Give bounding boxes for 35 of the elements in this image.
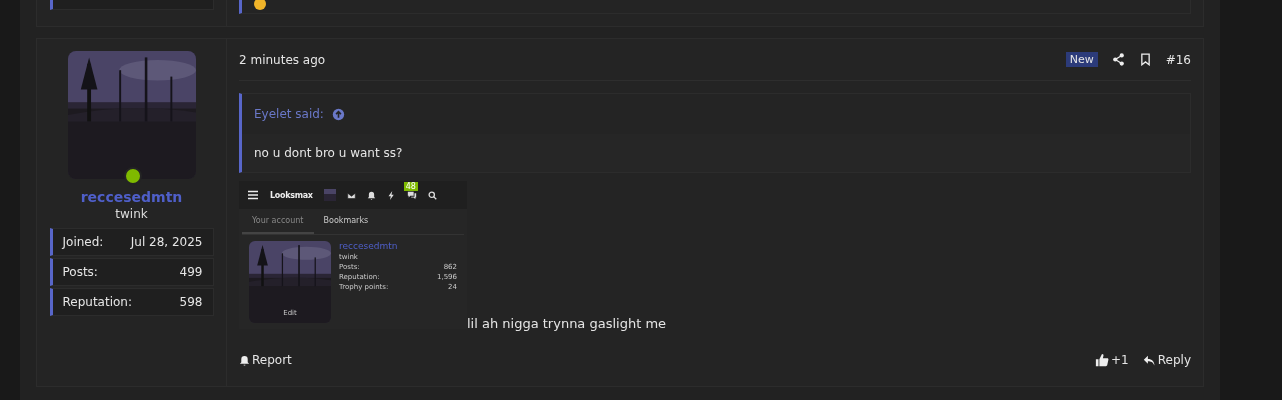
share-icon[interactable] xyxy=(1111,53,1125,66)
like-button[interactable]: +1 xyxy=(1095,353,1129,367)
thumbs-up-icon xyxy=(1095,353,1110,367)
emoji-icon xyxy=(254,0,266,10)
stat-value: Jul 28, 2025 xyxy=(130,235,203,249)
post-number-link[interactable]: #16 xyxy=(1165,52,1191,67)
stat-value: 598 xyxy=(179,295,203,309)
post-time[interactable]: 2 minutes ago xyxy=(239,52,1052,67)
report-link[interactable]: Report xyxy=(239,353,292,367)
chat-icon xyxy=(406,190,417,200)
bell-icon xyxy=(239,354,250,366)
bell-icon xyxy=(366,190,376,200)
quote-text: no u dont bro u want ss? xyxy=(254,146,403,160)
username-text: reccesedmtn xyxy=(339,241,399,251)
quote-author-link[interactable]: Eyelet said: xyxy=(254,107,324,121)
reply-icon xyxy=(1142,353,1156,367)
reply-link[interactable]: Reply xyxy=(1142,353,1191,367)
count-badge: 48 xyxy=(403,182,418,191)
arrow-up-circle-icon[interactable] xyxy=(331,107,345,121)
menu-icon xyxy=(247,189,259,201)
lightning-icon xyxy=(386,190,396,200)
stat-label: Joined: xyxy=(62,235,104,249)
envelope-icon xyxy=(346,190,356,200)
user-title: twink xyxy=(115,207,148,221)
new-badge: New xyxy=(1065,52,1098,67)
stat-label: Posts: xyxy=(62,265,98,279)
tab-label: Your account xyxy=(242,209,314,234)
tab-label: Bookmarks xyxy=(322,215,370,227)
bookmark-icon[interactable] xyxy=(1138,53,1152,66)
site-logo: Looksmax xyxy=(270,190,313,200)
stat-label: Reputation: xyxy=(62,295,132,309)
avatar-thumbnail-icon xyxy=(323,189,336,201)
message-text: lil ah nigga trynna gaslight me xyxy=(467,316,667,331)
search-icon xyxy=(427,190,437,200)
stat-value: 499 xyxy=(179,265,203,279)
